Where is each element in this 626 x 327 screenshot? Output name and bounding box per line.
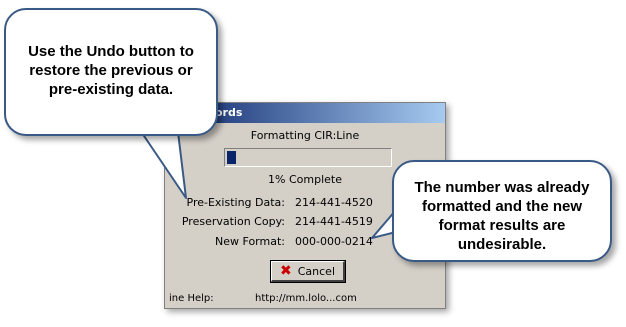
left-tail-seam [142,129,178,134]
right-tail-seam [394,212,398,230]
callout-tail-seams [142,129,398,230]
